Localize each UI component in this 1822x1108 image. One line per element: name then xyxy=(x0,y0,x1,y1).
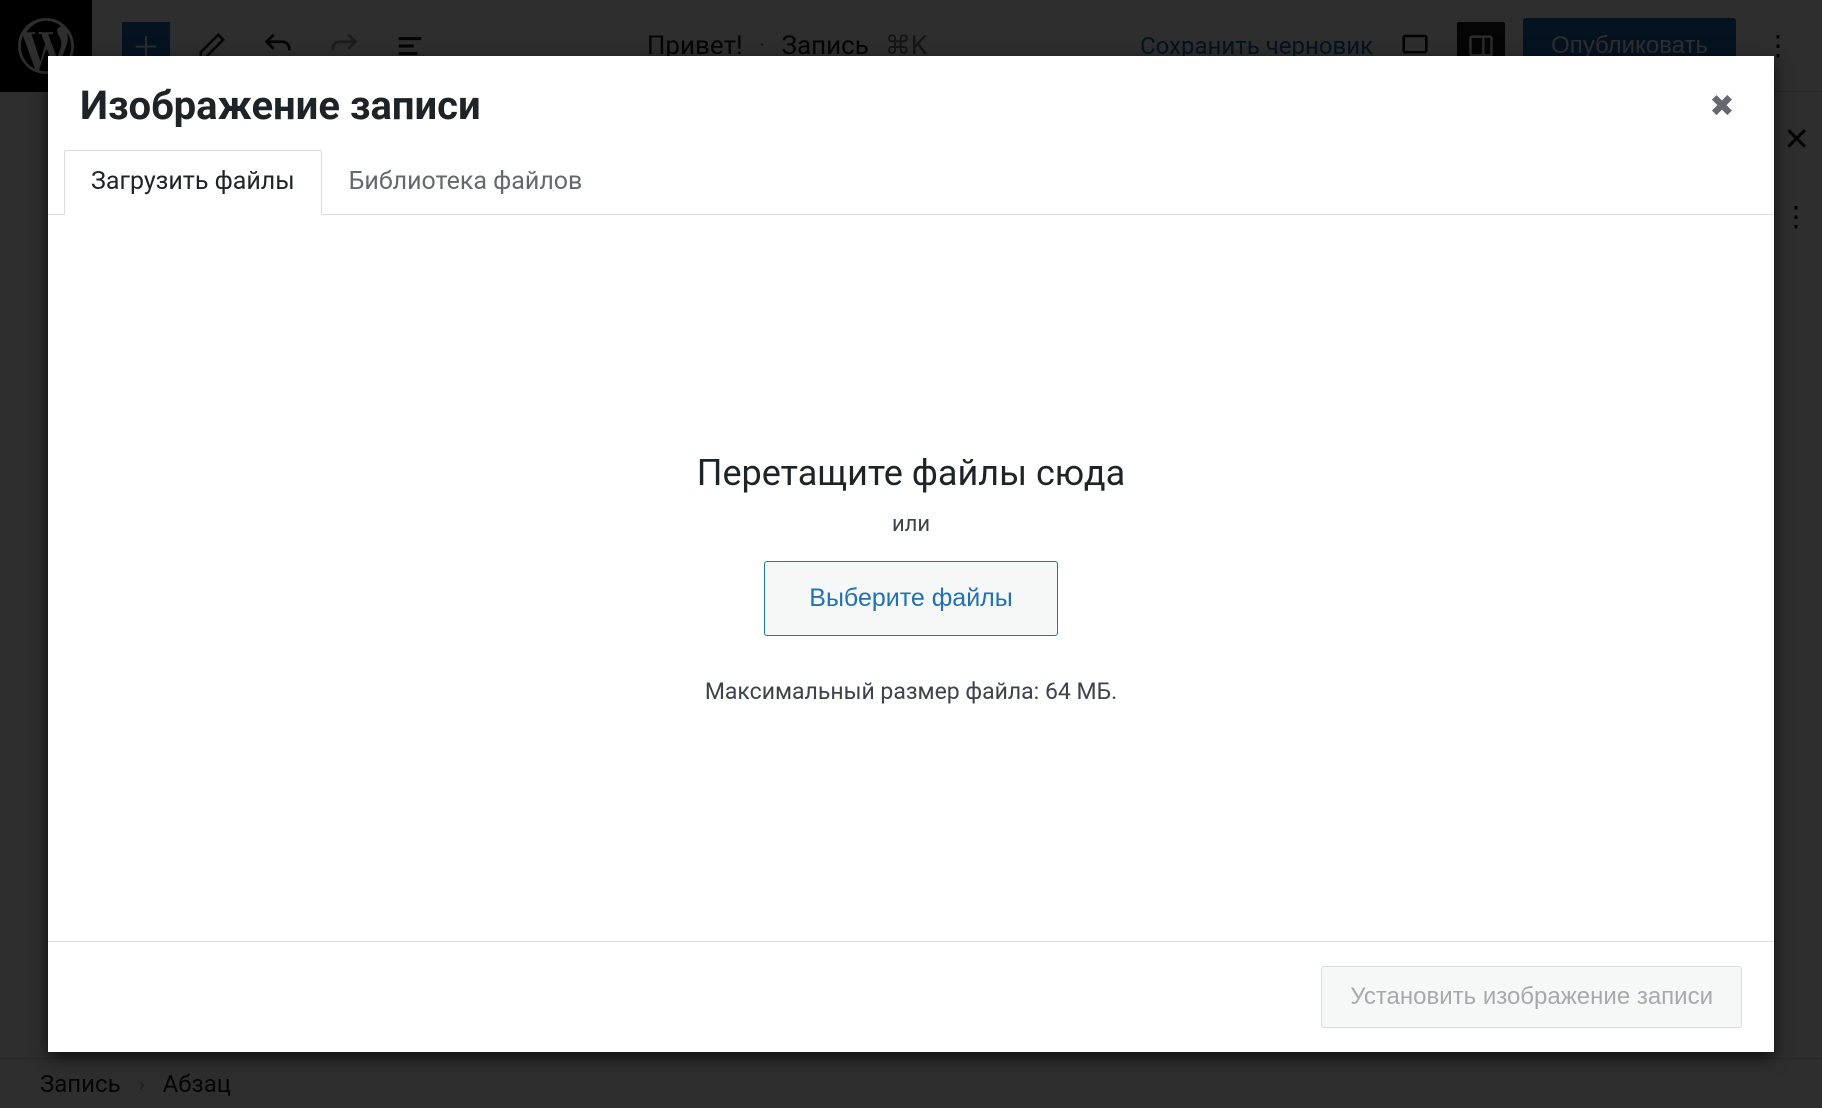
set-featured-image-button[interactable]: Установить изображение записи xyxy=(1321,966,1742,1028)
modal-header: Изображение записи ✖ xyxy=(48,56,1774,150)
modal-tabs: Загрузить файлы Библиотека файлов xyxy=(48,150,1774,215)
tab-media-library[interactable]: Библиотека файлов xyxy=(322,150,610,215)
featured-image-modal: Изображение записи ✖ Загрузить файлы Биб… xyxy=(48,56,1774,1052)
max-file-size-note: Максимальный размер файла: 64 МБ. xyxy=(705,678,1117,705)
modal-footer: Установить изображение записи xyxy=(48,941,1774,1052)
dropzone-title: Перетащите файлы сюда xyxy=(697,452,1125,494)
modal-overlay[interactable]: Изображение записи ✖ Загрузить файлы Биб… xyxy=(0,0,1822,1108)
dropzone-or: или xyxy=(892,512,930,537)
modal-title: Изображение записи xyxy=(80,84,481,128)
close-icon: ✖ xyxy=(1709,89,1734,124)
modal-close-button[interactable]: ✖ xyxy=(1702,86,1742,126)
upload-dropzone[interactable]: Перетащите файлы сюда или Выберите файлы… xyxy=(48,215,1774,941)
tab-upload-files[interactable]: Загрузить файлы xyxy=(64,150,322,215)
select-files-button[interactable]: Выберите файлы xyxy=(764,561,1057,636)
